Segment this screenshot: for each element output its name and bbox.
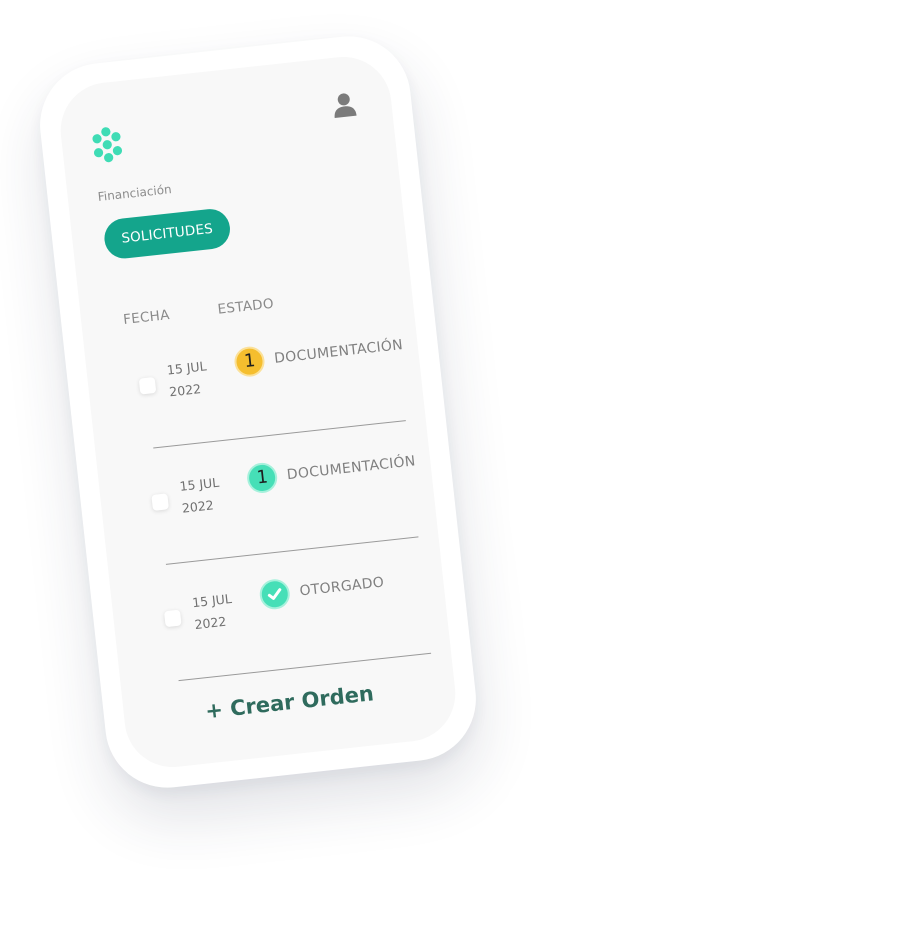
phone-screen: Financiación SOLICITUDES FECHA ESTADO 15… xyxy=(55,52,461,772)
row-date-day: 15 JUL xyxy=(191,590,233,611)
row-date-day: 15 JUL xyxy=(178,474,220,494)
person-icon[interactable] xyxy=(330,91,359,120)
status-badge-number: 1 xyxy=(242,350,256,373)
status-text: DOCUMENTACIÓN xyxy=(273,337,404,367)
stage: Financiación SOLICITUDES FECHA ESTADO 15… xyxy=(0,0,914,945)
phone-frame: Financiación SOLICITUDES FECHA ESTADO 15… xyxy=(33,30,483,794)
row-divider xyxy=(165,536,419,565)
row-date: 15 JUL 2022 xyxy=(178,472,222,520)
status-badge-number: 1 xyxy=(255,466,269,489)
section-label: Financiación xyxy=(97,182,173,204)
check-icon xyxy=(267,588,282,600)
column-header-estado: ESTADO xyxy=(216,295,275,318)
row-date: 15 JUL 2022 xyxy=(166,355,210,403)
row-date-year: 2022 xyxy=(193,613,228,633)
row-divider xyxy=(178,652,432,682)
row-divider xyxy=(153,420,406,449)
row-checkbox[interactable] xyxy=(138,376,157,395)
solicitudes-tab[interactable]: SOLICITUDES xyxy=(102,207,233,261)
row-checkbox[interactable] xyxy=(151,493,169,511)
row-checkbox[interactable] xyxy=(163,609,182,628)
row-date-year: 2022 xyxy=(181,497,215,516)
row-date-day: 15 JUL xyxy=(166,358,208,378)
flower-dots-logo-icon[interactable] xyxy=(88,125,126,164)
column-header-fecha: FECHA xyxy=(122,307,171,328)
status-badge: 1 xyxy=(232,345,267,379)
row-date: 15 JUL 2022 xyxy=(191,588,235,636)
row-date-year: 2022 xyxy=(168,381,202,400)
